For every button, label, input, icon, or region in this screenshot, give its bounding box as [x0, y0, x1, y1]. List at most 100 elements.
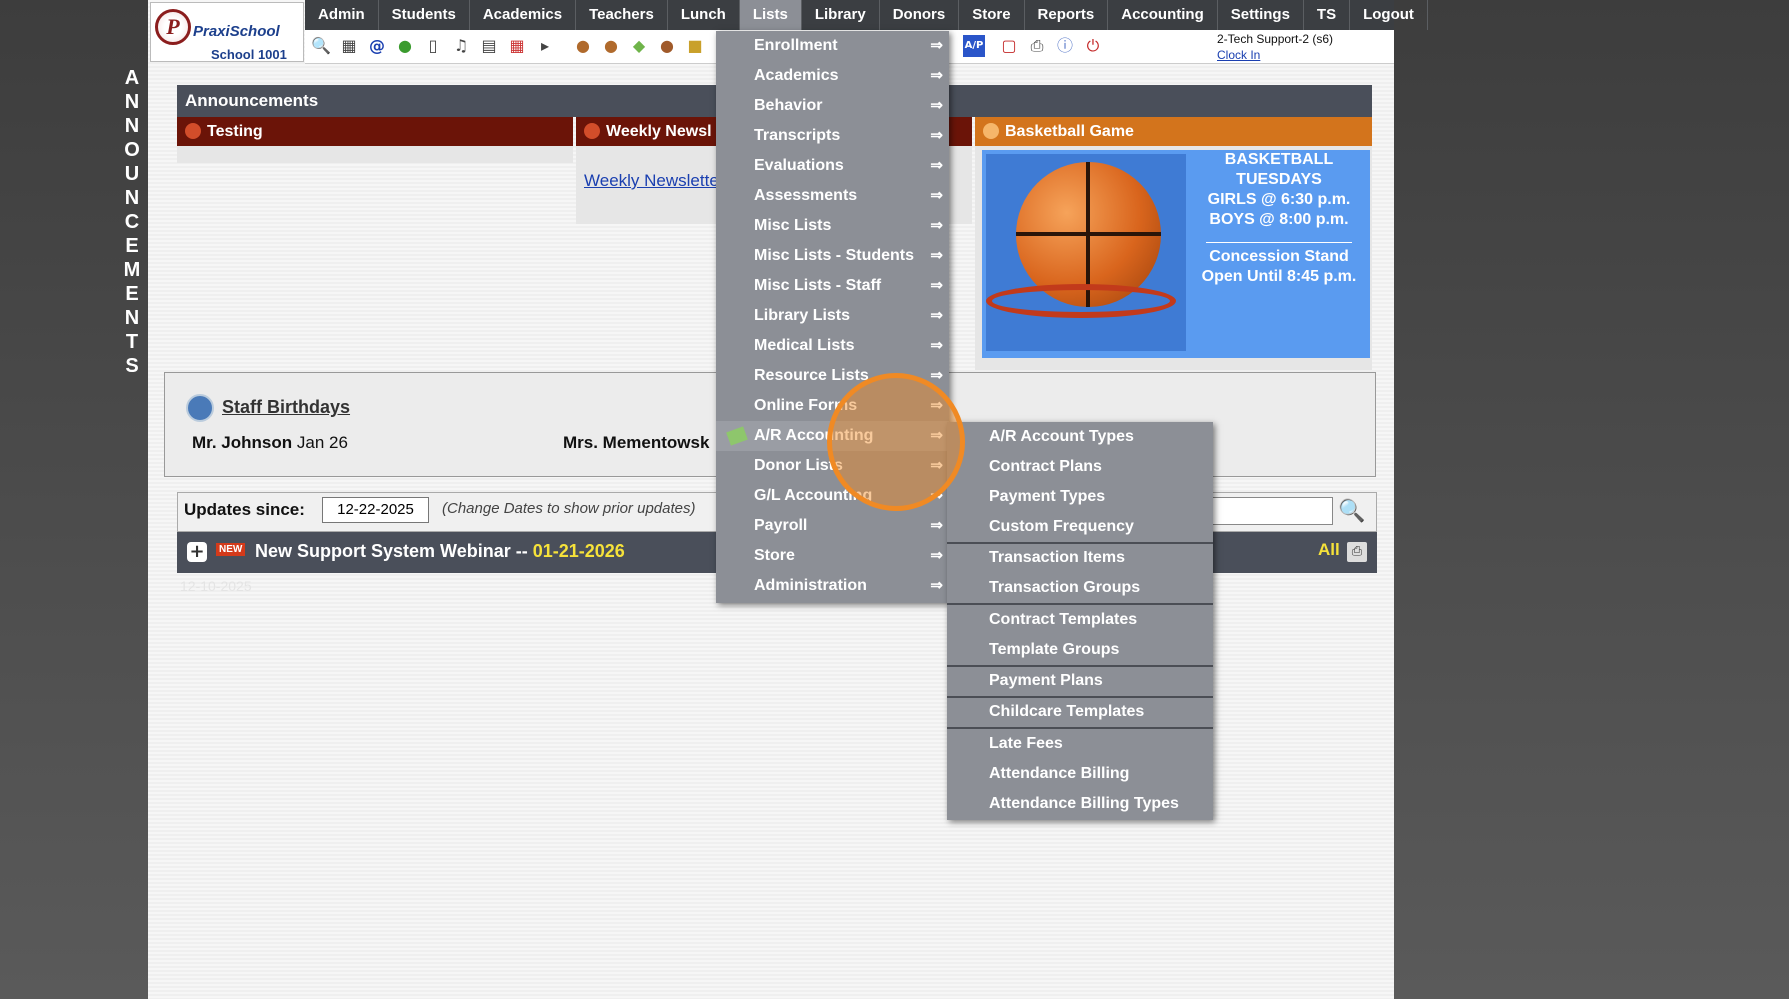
- right-margin: [1394, 0, 1789, 999]
- help-icon[interactable]: ⓘ: [1054, 35, 1076, 57]
- staff-birthdays-link[interactable]: Staff Birthdays: [222, 397, 350, 418]
- praxischool-logo[interactable]: P PraxiSchool School 1001: [150, 2, 304, 62]
- chat-icon[interactable]: ●: [394, 35, 416, 57]
- nav-donors[interactable]: Donors: [880, 0, 960, 30]
- nav-academics[interactable]: Academics: [470, 0, 577, 30]
- power-icon[interactable]: ⏻: [1082, 35, 1104, 57]
- flyer-line: BASKETBALL: [1224, 151, 1334, 168]
- calendar-icon[interactable]: ▦: [506, 35, 528, 57]
- menu-item-behavior[interactable]: Behavior ⇒: [716, 91, 949, 121]
- phone-icon[interactable]: ▯: [422, 35, 444, 57]
- submenu-item-payment-types[interactable]: Payment Types: [947, 482, 1213, 512]
- menu-item-payroll[interactable]: Payroll ⇒: [716, 511, 949, 541]
- at-icon[interactable]: @: [366, 35, 388, 57]
- submenu-item-childcare-templates[interactable]: Childcare Templates: [947, 697, 1213, 727]
- cake-icon[interactable]: ■: [684, 35, 706, 57]
- menu-item-enrollment[interactable]: Enrollment ⇒: [716, 31, 949, 61]
- vertical-letter: E: [125, 235, 139, 257]
- submenu-arrow-icon: ⇒: [930, 247, 943, 264]
- menu-label: Misc Lists: [754, 217, 832, 234]
- submenu-item-transaction-items[interactable]: Transaction Items: [947, 543, 1213, 573]
- submenu-item-custom-frequency[interactable]: Custom Frequency: [947, 512, 1213, 542]
- menu-item-store[interactable]: Store ⇒: [716, 541, 949, 571]
- nav-lunch[interactable]: Lunch: [668, 0, 740, 30]
- school-name: School 1001: [211, 47, 287, 62]
- ap-icon[interactable]: A/P: [963, 35, 985, 57]
- person-icon[interactable]: ●: [572, 35, 594, 57]
- search-icon[interactable]: 🔍: [1336, 496, 1368, 528]
- menu-item-misc-lists-students[interactable]: Misc Lists - Students ⇒: [716, 241, 949, 271]
- submenu-item-contract-plans[interactable]: Contract Plans: [947, 452, 1213, 482]
- pdf-icon[interactable]: ▢: [998, 35, 1020, 57]
- nav-reports[interactable]: Reports: [1025, 0, 1109, 30]
- submenu-arrow-icon: ⇒: [930, 157, 943, 174]
- nav-teachers[interactable]: Teachers: [576, 0, 668, 30]
- nav-students[interactable]: Students: [379, 0, 470, 30]
- submenu-item-attendance-billing-types[interactable]: Attendance Billing Types: [947, 789, 1213, 819]
- menu-label: Misc Lists - Staff: [754, 277, 882, 294]
- menu-item-assessments[interactable]: Assessments ⇒: [716, 181, 949, 211]
- form-icon[interactable]: ▤: [478, 35, 500, 57]
- logo-brand: PraxiSchool: [193, 23, 280, 40]
- nav-settings[interactable]: Settings: [1218, 0, 1304, 30]
- weekly-newsletter-link[interactable]: Weekly Newslette: [584, 171, 719, 191]
- birthday-name: Mr. Johnson: [192, 433, 293, 452]
- search-icon[interactable]: 🔍: [310, 35, 332, 57]
- submenu-item-payment-plans[interactable]: Payment Plans: [947, 666, 1213, 696]
- news-title-text: New Support System Webinar --: [255, 541, 533, 561]
- nav-library[interactable]: Library: [802, 0, 880, 30]
- submenu-item-late-fees[interactable]: Late Fees: [947, 729, 1213, 759]
- updates-date-input[interactable]: 12-22-2025: [322, 497, 429, 523]
- submenu-arrow-icon: ⇒: [930, 577, 943, 594]
- nav-logout[interactable]: Logout: [1350, 0, 1428, 30]
- person-icon[interactable]: ●: [600, 35, 622, 57]
- news-title[interactable]: New Support System Webinar -- 01-21-2026: [255, 541, 625, 562]
- menu-item-library-lists[interactable]: Library Lists ⇒: [716, 301, 949, 331]
- submenu-arrow-icon: ⇒: [930, 217, 943, 234]
- megaphone-icon[interactable]: ▸: [534, 35, 556, 57]
- nav-accounting[interactable]: Accounting: [1108, 0, 1218, 30]
- vertical-letter: O: [124, 139, 140, 161]
- lists-dropdown-menu: Enrollment ⇒ Academics ⇒ Behavior ⇒ Transcr…: [716, 31, 949, 603]
- expand-icon[interactable]: +: [187, 542, 207, 562]
- menu-label: Misc Lists - Students: [754, 247, 915, 264]
- nav-store[interactable]: Store: [959, 0, 1025, 30]
- submenu-arrow-icon: ⇒: [930, 187, 943, 204]
- updates-hint: (Change Dates to show prior updates): [442, 500, 696, 517]
- submenu-item-ar-account-types[interactable]: A/R Account Types: [947, 422, 1213, 452]
- menu-item-academics[interactable]: Academics ⇒: [716, 61, 949, 91]
- user-info: 2-Tech Support-2 (s6) Clock In: [1217, 32, 1333, 62]
- announcement-icon: [584, 123, 600, 139]
- nav-lists[interactable]: Lists: [739, 0, 802, 30]
- nav-ts[interactable]: TS: [1304, 0, 1351, 30]
- submenu-item-template-groups[interactable]: Template Groups: [947, 635, 1213, 665]
- clock-in-link[interactable]: Clock In: [1217, 48, 1333, 62]
- print-icon[interactable]: ⎙: [1347, 542, 1367, 562]
- speaker-icon[interactable]: ♫: [450, 35, 472, 57]
- announcement-card-title[interactable]: Basketball Game: [975, 117, 1372, 146]
- search-input[interactable]: [1210, 497, 1333, 525]
- announcement-icon: [185, 123, 201, 139]
- announcement-card-title[interactable]: Testing: [177, 117, 573, 146]
- menu-item-transcripts[interactable]: Transcripts ⇒: [716, 121, 949, 151]
- menu-item-misc-lists[interactable]: Misc Lists ⇒: [716, 211, 949, 241]
- menu-item-evaluations[interactable]: Evaluations ⇒: [716, 151, 949, 181]
- show-all-link[interactable]: All: [1318, 540, 1340, 560]
- click-highlight-indicator: [827, 373, 965, 511]
- menu-item-medical-lists[interactable]: Medical Lists ⇒: [716, 331, 949, 361]
- calendar-grid-icon[interactable]: ▦: [338, 35, 360, 57]
- money-icon[interactable]: ◆: [628, 35, 650, 57]
- birthday-name: Mrs. Mementowsk: [563, 433, 710, 452]
- menu-item-misc-lists-staff[interactable]: Misc Lists - Staff ⇒: [716, 271, 949, 301]
- basketball-image: [986, 154, 1186, 351]
- submenu-item-attendance-billing[interactable]: Attendance Billing: [947, 759, 1213, 789]
- submenu-item-contract-templates[interactable]: Contract Templates: [947, 605, 1213, 635]
- menu-item-administration[interactable]: Administration ⇒: [716, 571, 949, 601]
- people-icon[interactable]: ●: [656, 35, 678, 57]
- submenu-item-transaction-groups[interactable]: Transaction Groups: [947, 573, 1213, 603]
- nav-admin[interactable]: Admin: [305, 0, 379, 30]
- basketball-text: BASKETBALL TUESDAYS GIRLS @ 6:30 p.m. BO…: [1186, 150, 1372, 287]
- user-name: 2-Tech Support-2 (s6): [1217, 32, 1334, 46]
- flyer-line: BOYS @ 8:00 p.m.: [1209, 211, 1349, 228]
- print-icon[interactable]: ⎙: [1026, 35, 1048, 57]
